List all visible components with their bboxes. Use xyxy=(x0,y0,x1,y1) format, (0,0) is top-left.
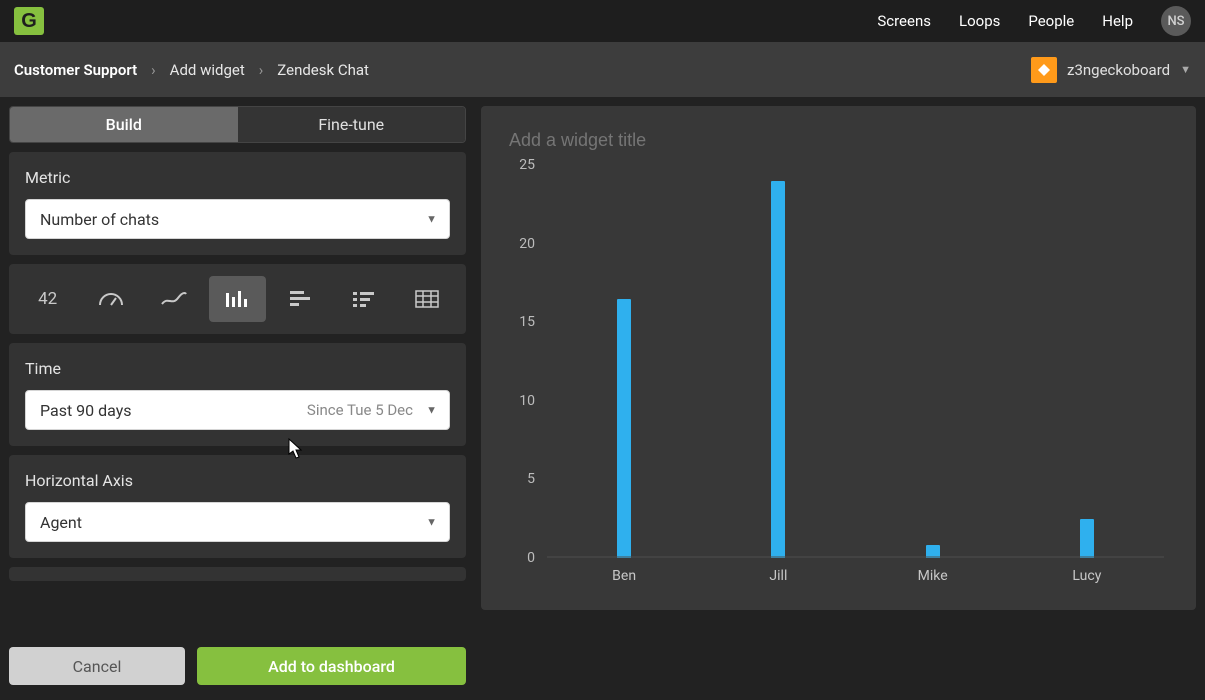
chart-bar xyxy=(771,181,785,558)
chevron-down-icon: ▼ xyxy=(1180,63,1191,76)
x-axis-line xyxy=(547,557,1164,558)
horizontal-axis-value: Agent xyxy=(40,513,82,532)
app-logo[interactable]: G xyxy=(14,7,44,35)
add-to-dashboard-button[interactable]: Add to dashboard xyxy=(197,647,466,685)
x-tick-label: Jill xyxy=(769,568,787,584)
breadcrumb-bar: Customer Support › Add widget › Zendesk … xyxy=(0,42,1205,97)
viz-type-number[interactable]: 42 xyxy=(19,276,76,322)
viz-type-leaderboard[interactable] xyxy=(335,276,392,322)
y-tick-label: 0 xyxy=(527,550,535,566)
config-panel: Build Fine-tune Metric Number of chats ▼… xyxy=(0,97,475,700)
breadcrumb-item[interactable]: Customer Support xyxy=(14,61,137,79)
main-content: Build Fine-tune Metric Number of chats ▼… xyxy=(0,97,1205,700)
chevron-right-icon: › xyxy=(259,61,264,79)
horizontal-axis-select[interactable]: Agent ▼ xyxy=(25,502,450,542)
y-tick-label: 5 xyxy=(527,471,535,487)
preview-column: 0 5 10 15 20 25 Ben Jill Mike Lucy xyxy=(475,97,1205,700)
widget-preview: 0 5 10 15 20 25 Ben Jill Mike Lucy xyxy=(481,106,1196,610)
chart-bar xyxy=(617,299,631,558)
breadcrumb-item[interactable]: Zendesk Chat xyxy=(277,61,369,79)
leaderboard-icon xyxy=(351,290,377,308)
cancel-button[interactable]: Cancel xyxy=(9,647,185,685)
bar-chart-icon xyxy=(288,289,314,309)
config-scroll: Metric Number of chats ▼ 42 xyxy=(9,152,466,634)
action-bar: Cancel Add to dashboard xyxy=(9,643,466,691)
config-tabs: Build Fine-tune xyxy=(9,106,466,143)
tab-build[interactable]: Build xyxy=(10,107,238,142)
y-tick-label: 25 xyxy=(519,157,535,173)
plot-area xyxy=(547,165,1164,558)
line-chart-icon xyxy=(160,290,188,308)
viz-type-line[interactable] xyxy=(146,276,203,322)
chevron-down-icon: ▼ xyxy=(426,404,437,417)
y-tick-label: 10 xyxy=(519,393,535,409)
horizontal-axis-label: Horizontal Axis xyxy=(25,471,450,490)
viz-type-gauge[interactable] xyxy=(82,276,139,322)
metric-panel: Metric Number of chats ▼ xyxy=(9,152,466,255)
time-panel: Time Past 90 days Since Tue 5 Dec ▼ xyxy=(9,343,466,446)
preview-chart: 0510152025 BenJillMikeLucy xyxy=(507,165,1170,588)
y-tick-label: 15 xyxy=(519,314,535,330)
metric-value: Number of chats xyxy=(40,210,159,229)
next-panel-peek xyxy=(9,567,466,581)
nav-people[interactable]: People xyxy=(1028,12,1074,30)
horizontal-axis-panel: Horizontal Axis Agent ▼ xyxy=(9,455,466,558)
nav-help[interactable]: Help xyxy=(1102,12,1133,30)
viz-type-row: 42 xyxy=(9,264,466,334)
viz-type-bar[interactable] xyxy=(272,276,329,322)
account-switcher[interactable]: z3ngeckoboard ▼ xyxy=(1031,57,1191,83)
user-avatar[interactable]: NS xyxy=(1161,6,1191,36)
y-tick-label: 20 xyxy=(519,236,535,252)
metric-select[interactable]: Number of chats ▼ xyxy=(25,199,450,239)
time-select[interactable]: Past 90 days Since Tue 5 Dec ▼ xyxy=(25,390,450,430)
top-nav: Screens Loops People Help NS xyxy=(877,6,1191,36)
x-tick-label: Ben xyxy=(612,568,636,584)
chevron-right-icon: › xyxy=(151,61,156,79)
chevron-down-icon: ▼ xyxy=(426,516,437,529)
chart-bar xyxy=(1080,519,1094,558)
time-value: Past 90 days xyxy=(40,401,132,420)
breadcrumb-item[interactable]: Add widget xyxy=(170,61,245,79)
breadcrumb: Customer Support › Add widget › Zendesk … xyxy=(14,61,369,79)
nav-screens[interactable]: Screens xyxy=(877,12,931,30)
viz-type-column[interactable] xyxy=(209,276,266,322)
gauge-icon xyxy=(97,290,125,308)
x-axis: Ben Jill Mike Lucy xyxy=(547,564,1164,588)
widget-title-input[interactable] xyxy=(507,124,1170,157)
tab-fine-tune[interactable]: Fine-tune xyxy=(238,107,466,142)
topbar: G Screens Loops People Help NS xyxy=(0,0,1205,42)
viz-type-table[interactable] xyxy=(399,276,456,322)
nav-loops[interactable]: Loops xyxy=(959,12,1000,30)
chevron-down-icon: ▼ xyxy=(426,213,437,226)
y-axis: 0510152025 xyxy=(507,165,541,558)
metric-label: Metric xyxy=(25,168,450,187)
x-tick-label: Mike xyxy=(918,568,948,584)
time-hint: Since Tue 5 Dec xyxy=(307,401,413,419)
table-icon xyxy=(415,290,439,308)
account-name: z3ngeckoboard xyxy=(1067,61,1170,79)
x-tick-label: Lucy xyxy=(1072,568,1101,584)
time-label: Time xyxy=(25,359,450,378)
account-icon xyxy=(1031,57,1057,83)
column-chart-icon xyxy=(223,289,251,309)
